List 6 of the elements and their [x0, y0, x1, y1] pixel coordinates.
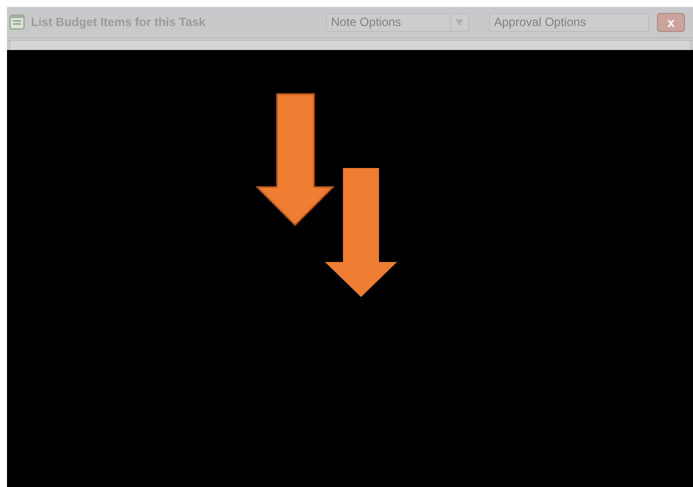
dropdown-field[interactable]: Note Options: [326, 12, 469, 32]
list-icon: [9, 14, 25, 30]
down-arrow-icon: [325, 168, 397, 298]
dropdown-field[interactable]: Approval Options: [489, 12, 649, 32]
down-arrow-icon: [256, 93, 334, 226]
close-button[interactable]: x: [657, 12, 685, 32]
